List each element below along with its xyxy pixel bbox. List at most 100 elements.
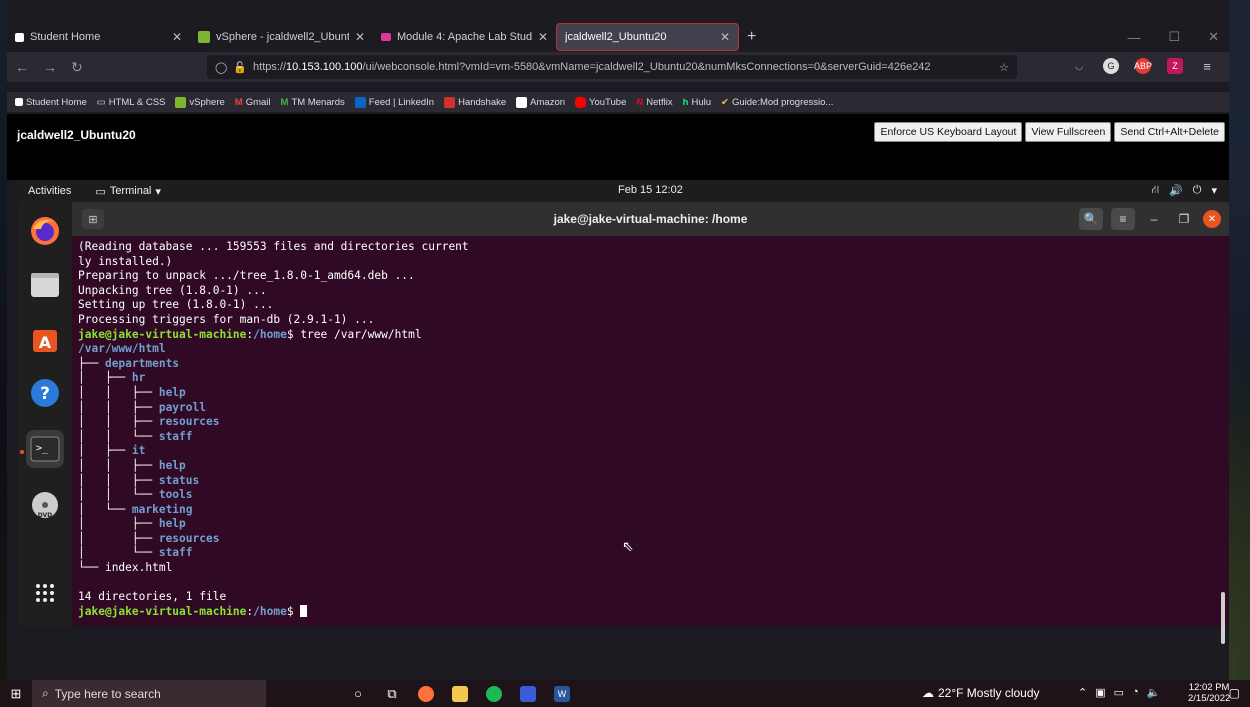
tree-branch: │ ├── (78, 371, 132, 385)
prompt-line: jake@jake-virtual-machine:/home$ (78, 604, 1198, 620)
tree-branch: │ │ ├── (78, 415, 159, 429)
url-bar[interactable]: ◯ 🔓 https://10.153.100.100/ui/webconsole… (207, 55, 1017, 79)
tree-directory: it (131, 444, 146, 458)
bookmark-star-icon[interactable]: ☆ (999, 61, 1009, 74)
tree-branch: │ │ ├── (78, 473, 159, 487)
task-view-icon[interactable]: ⧉ (384, 686, 400, 702)
output-text: Processing triggers for man-db (2.9.1-1)… (78, 312, 375, 326)
terminal-icon[interactable]: >_ (26, 430, 64, 468)
bookmark-vsphere[interactable]: vSphere (175, 96, 225, 108)
close-tab-icon[interactable]: ✕ (720, 30, 730, 44)
terminal-title: jake@jake-virtual-machine: /home (553, 212, 748, 226)
extension-z-icon[interactable]: Z (1167, 58, 1183, 74)
taskbar-clock[interactable]: 12:02 PM 2/15/2022 (1188, 682, 1230, 704)
bookmark-guide[interactable]: ✔ Guide:Mod progressio... (721, 97, 833, 108)
screen-icon[interactable]: ▣ (1095, 686, 1105, 699)
taskbar-search[interactable]: ⌕ Type here to search (32, 680, 266, 707)
search-icon[interactable]: 🔍 (1079, 208, 1103, 230)
volume-icon: 🔊 (1169, 185, 1183, 197)
software-store-icon[interactable]: A (26, 320, 64, 358)
output-line: Processing triggers for man-db (2.9.1-1)… (78, 313, 1198, 328)
bookmark-html-css[interactable]: ▭ HTML & CSS (97, 97, 166, 108)
file-explorer-icon[interactable] (452, 685, 468, 702)
view-fullscreen-button[interactable]: View Fullscreen (1025, 122, 1112, 142)
close-tab-icon[interactable]: ✕ (172, 30, 182, 44)
wifi-icon[interactable]: ◔ (1132, 686, 1139, 699)
bookmark-amazon[interactable]: Amazon (516, 96, 565, 108)
extension-g-icon[interactable]: G (1103, 58, 1119, 74)
volume-icon[interactable]: 🔈 (1147, 686, 1161, 699)
maximize-icon[interactable]: ☐ (1168, 29, 1180, 45)
system-tray[interactable]: ⛙ 🔊 ⏻ ▾ (1151, 184, 1217, 198)
tab-title: Module 4: Apache Lab Study G (397, 31, 532, 43)
reload-icon[interactable]: ↻ (71, 59, 83, 76)
caret-down-icon: ▾ (1211, 185, 1217, 197)
vmware-icon[interactable] (520, 685, 536, 702)
window-controls: — ☐ ✕ (1127, 22, 1219, 52)
tab-vsphere[interactable]: vSphere - jcaldwell2_Ubuntu20 ✕ (190, 23, 373, 51)
files-icon[interactable] (26, 266, 64, 304)
bookmark-youtube[interactable]: YouTube (575, 96, 626, 108)
spotify-icon[interactable] (486, 685, 502, 702)
tree-branch: │ │ └── (78, 488, 159, 502)
menu-icon[interactable]: ≡ (1199, 58, 1215, 74)
linkedin-icon (354, 96, 366, 108)
activities-button[interactable]: Activities (28, 185, 71, 197)
firefox-icon[interactable] (418, 685, 434, 702)
summary-line: 14 directories, 1 file (78, 590, 1198, 605)
terminal-small-icon: ▭ (95, 185, 106, 198)
cortana-icon[interactable]: ○ (350, 686, 366, 702)
hamburger-menu-icon[interactable]: ≡ (1111, 208, 1135, 230)
bookmark-menards[interactable]: M TM Menards (281, 97, 345, 108)
adblock-icon[interactable]: ABP (1134, 58, 1152, 74)
firefox-icon[interactable] (26, 212, 64, 250)
menards-icon: M (280, 96, 289, 108)
tree-directory: staff (158, 546, 193, 560)
dvd-icon[interactable]: DVD (26, 486, 64, 524)
terminal-output[interactable]: (Reading database ... 159553 files and d… (78, 240, 1198, 624)
terminal-scrollbar[interactable] (1221, 592, 1225, 644)
output-line: Setting up tree (1.8.0-1) ... (78, 298, 1198, 313)
chevron-up-icon[interactable]: ⌃ (1078, 686, 1087, 699)
minimize-icon[interactable]: – (1143, 212, 1165, 226)
nav-bar: ← → ↻ ◯ 🔓 https://10.153.100.100/ui/webc… (7, 52, 1229, 82)
notifications-icon[interactable]: ▢ (1229, 686, 1240, 700)
bookmark-linkedin[interactable]: Feed | LinkedIn (354, 96, 434, 108)
enforce-keyboard-button[interactable]: Enforce US Keyboard Layout (874, 122, 1023, 142)
bookmark-gmail[interactable]: M Gmail (235, 97, 271, 108)
clock[interactable]: Feb 15 12:02 (618, 184, 683, 196)
close-tab-icon[interactable]: ✕ (355, 30, 365, 44)
tab-student-home[interactable]: Student Home ✕ (7, 23, 190, 51)
minimize-icon[interactable]: — (1127, 30, 1140, 45)
tab-module4[interactable]: Module 4: Apache Lab Study G ✕ (373, 23, 556, 51)
battery-icon[interactable]: ▭ (1114, 686, 1124, 699)
bookmark-student-home[interactable]: Student Home (15, 97, 87, 108)
pocket-icon[interactable]: ◡ (1071, 58, 1087, 74)
tab-webconsole[interactable]: jcaldwell2_Ubuntu20 ✕ (556, 23, 739, 51)
bookmark-icon (15, 98, 23, 106)
tree-directory: marketing (131, 502, 193, 516)
close-icon[interactable]: ✕ (1203, 210, 1221, 228)
tree-branch: │ ├── (78, 444, 132, 458)
back-icon[interactable]: ← (15, 59, 29, 75)
help-icon[interactable]: ? (26, 374, 64, 412)
prompt-suffix: $ (286, 604, 301, 618)
vsphere-favicon-icon (198, 31, 210, 43)
tab-title: jcaldwell2_Ubuntu20 (565, 31, 667, 43)
forward-icon[interactable]: → (43, 59, 57, 75)
lock-warning-icon: 🔓 (233, 61, 248, 74)
app-menu[interactable]: ▭ Terminal ▾ (95, 185, 161, 198)
bookmark-hulu[interactable]: h Hulu (683, 97, 711, 108)
show-apps-icon[interactable] (26, 574, 64, 612)
bookmark-netflix[interactable]: N Netflix (636, 97, 672, 108)
restore-icon[interactable]: ❐ (1173, 212, 1195, 226)
send-ctrl-alt-delete-button[interactable]: Send Ctrl+Alt+Delete (1114, 122, 1225, 142)
close-window-icon[interactable]: ✕ (1208, 29, 1219, 45)
windows-start-icon[interactable]: ⊞ (0, 686, 32, 702)
new-tab-button[interactable]: + (747, 28, 756, 46)
weather-widget[interactable]: ☁ 22°F Mostly cloudy (922, 686, 1040, 700)
bookmark-handshake[interactable]: Handshake (444, 96, 506, 108)
close-tab-icon[interactable]: ✕ (538, 30, 548, 44)
word-icon[interactable]: W (554, 685, 570, 702)
